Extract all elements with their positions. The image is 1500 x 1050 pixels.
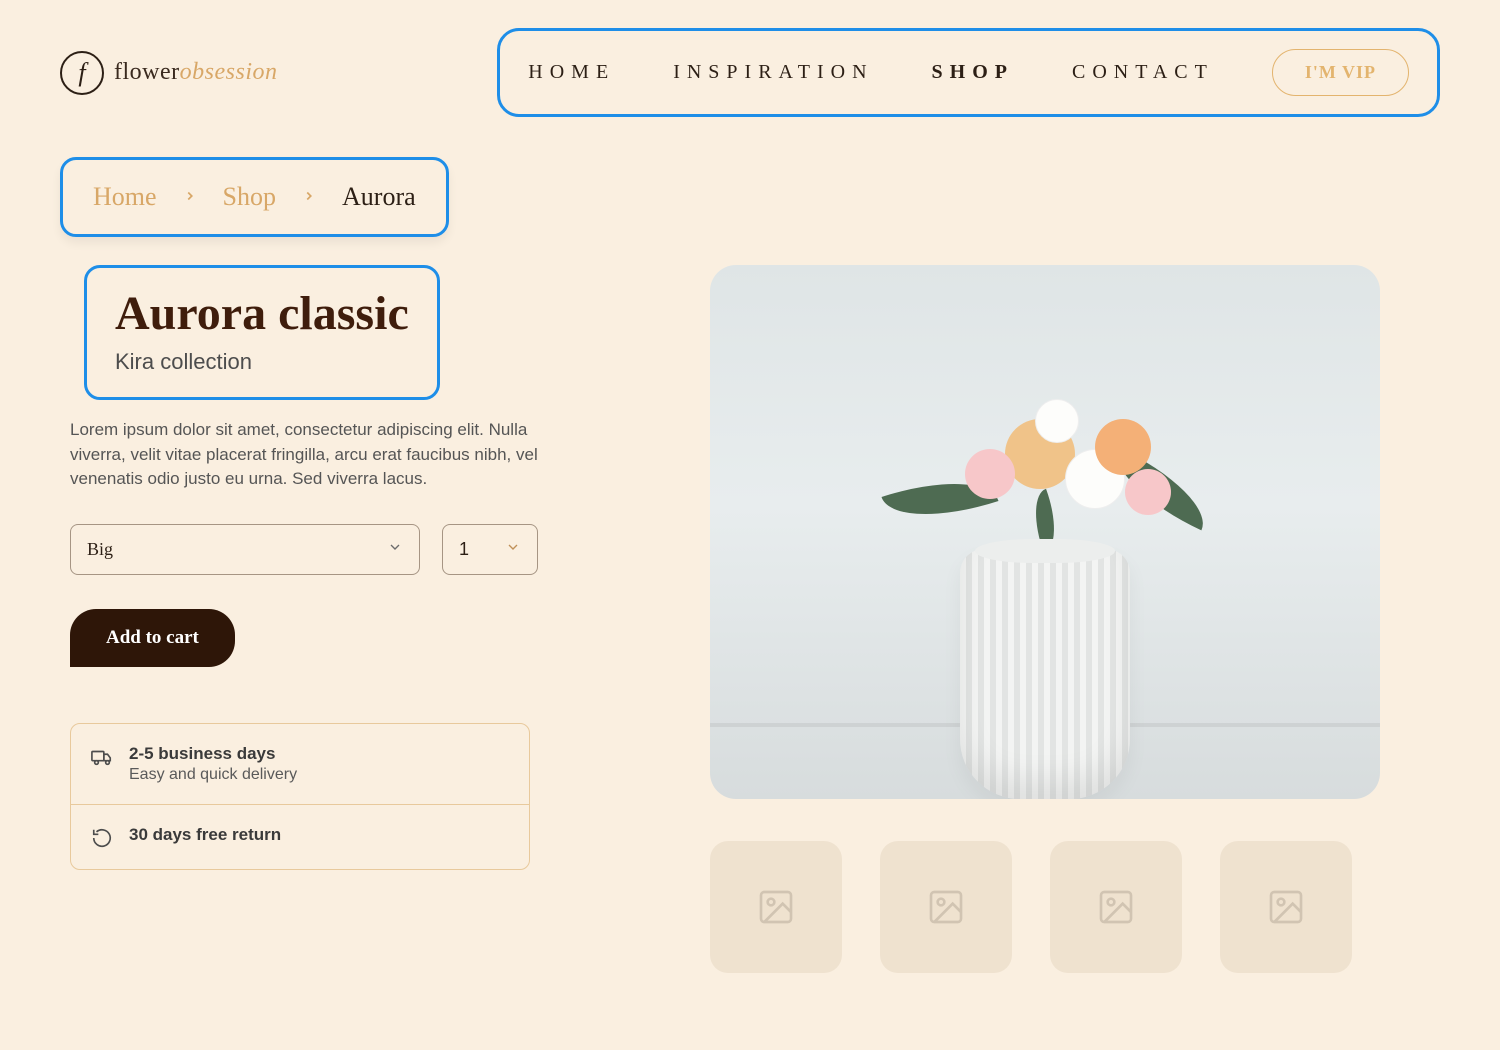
- site-header: f flowerobsession HOME INSPIRATION SHOP …: [0, 0, 1500, 137]
- product-title: Aurora classic: [115, 286, 409, 341]
- chevron-right-icon: [302, 187, 316, 208]
- brand-logo[interactable]: f flowerobsession: [60, 51, 277, 95]
- thumbnail-row: [710, 841, 1440, 973]
- return-icon: [91, 827, 113, 849]
- shipping-primary: 2-5 business days: [129, 744, 297, 764]
- primary-nav: HOME INSPIRATION SHOP CONTACT I'M VIP: [497, 28, 1440, 117]
- vip-button[interactable]: I'M VIP: [1272, 49, 1409, 96]
- breadcrumb-current: Aurora: [342, 182, 416, 212]
- logo-text: flowerobsession: [114, 59, 277, 86]
- shipping-text: 2-5 business days Easy and quick deliver…: [129, 744, 297, 784]
- nav-contact[interactable]: CONTACT: [1072, 61, 1214, 84]
- product-hero-image[interactable]: [710, 265, 1380, 799]
- logo-text-part1: flower: [114, 59, 180, 85]
- chevron-down-icon: [505, 539, 521, 560]
- image-placeholder-icon: [1266, 887, 1306, 927]
- main-content: Home Shop Aurora Aurora classic Kira col…: [0, 137, 1500, 973]
- chevron-right-icon: [183, 187, 197, 208]
- image-placeholder-icon: [756, 887, 796, 927]
- logo-mark-icon: f: [60, 51, 104, 95]
- nav-home[interactable]: HOME: [528, 61, 615, 84]
- image-placeholder-icon: [1096, 887, 1136, 927]
- thumbnail[interactable]: [880, 841, 1012, 973]
- size-select[interactable]: Big: [70, 524, 420, 575]
- return-row: 30 days free return: [71, 804, 529, 869]
- product-gallery-column: [710, 157, 1440, 973]
- product-details-column: Home Shop Aurora Aurora classic Kira col…: [60, 157, 620, 973]
- product-subtitle: Kira collection: [115, 349, 409, 375]
- chevron-down-icon: [387, 539, 403, 560]
- logo-text-part2: obsession: [180, 59, 278, 85]
- nav-shop[interactable]: SHOP: [932, 61, 1014, 84]
- thumbnail[interactable]: [710, 841, 842, 973]
- breadcrumb: Home Shop Aurora: [60, 157, 449, 237]
- thumbnail[interactable]: [1050, 841, 1182, 973]
- product-heading-group: Aurora classic Kira collection: [84, 265, 440, 400]
- return-primary: 30 days free return: [129, 825, 281, 845]
- breadcrumb-home[interactable]: Home: [93, 182, 157, 212]
- breadcrumb-shop[interactable]: Shop: [223, 182, 276, 212]
- thumbnail[interactable]: [1220, 841, 1352, 973]
- nav-inspiration[interactable]: INSPIRATION: [673, 61, 873, 84]
- vase-illustration: [960, 549, 1130, 799]
- product-description: Lorem ipsum dolor sit amet, consectetur …: [70, 418, 550, 492]
- shipping-row: 2-5 business days Easy and quick deliver…: [71, 724, 529, 804]
- shipping-info-card: 2-5 business days Easy and quick deliver…: [70, 723, 530, 870]
- return-text: 30 days free return: [129, 825, 281, 845]
- size-selected-value: Big: [87, 539, 113, 560]
- shipping-secondary: Easy and quick delivery: [129, 766, 297, 784]
- product-options: Big 1: [70, 524, 620, 575]
- quantity-select[interactable]: 1: [442, 524, 538, 575]
- truck-icon: [91, 746, 113, 768]
- add-to-cart-button[interactable]: Add to cart: [70, 609, 235, 667]
- quantity-selected-value: 1: [459, 539, 469, 560]
- image-placeholder-icon: [926, 887, 966, 927]
